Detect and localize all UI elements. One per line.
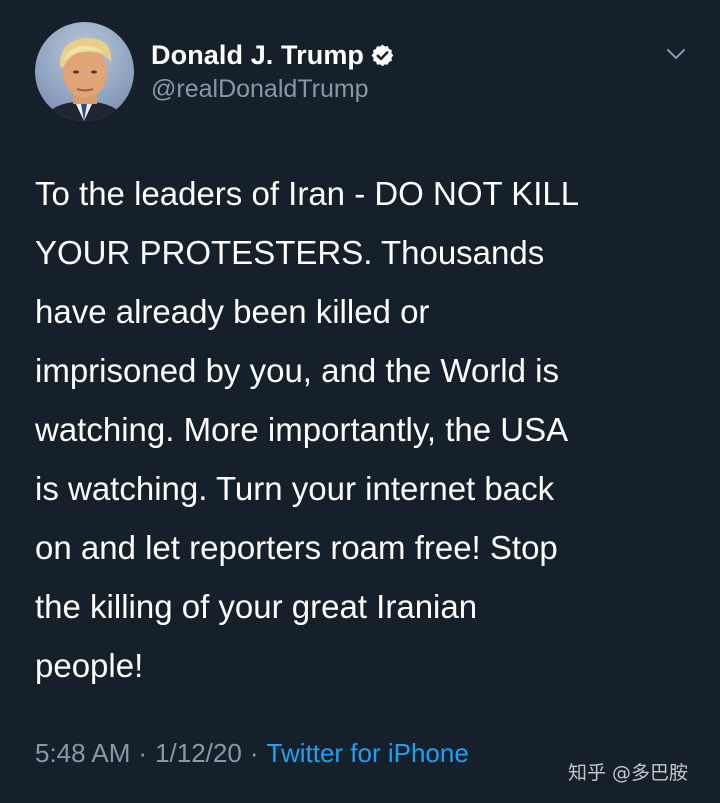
tweet-text: To the leaders of Iran - DO NOT KILL YOU… xyxy=(35,175,580,684)
user-handle[interactable]: @realDonaldTrump xyxy=(151,75,369,104)
author-name-row[interactable]: Donald J. Trump xyxy=(151,38,395,72)
tweet-card: Donald J. Trump @realDonaldTrump To the … xyxy=(0,0,720,803)
verified-badge-icon xyxy=(370,43,395,68)
profile-photo-icon xyxy=(40,38,129,121)
watermark: 知乎 @多巴胺 xyxy=(568,762,689,784)
tweet-date[interactable]: 1/12/20 xyxy=(155,738,242,769)
tweet-time[interactable]: 5:48 AM xyxy=(35,738,130,769)
meta-separator: · xyxy=(138,737,148,768)
tweet-source-link[interactable]: Twitter for iPhone xyxy=(267,738,469,769)
display-name[interactable]: Donald J. Trump xyxy=(151,40,364,71)
tweet-meta: 5:48 AM · 1/12/20 · Twitter for iPhone xyxy=(35,735,469,771)
avatar[interactable] xyxy=(35,22,134,121)
chevron-down-icon[interactable] xyxy=(664,42,688,66)
meta-separator: · xyxy=(249,737,259,768)
